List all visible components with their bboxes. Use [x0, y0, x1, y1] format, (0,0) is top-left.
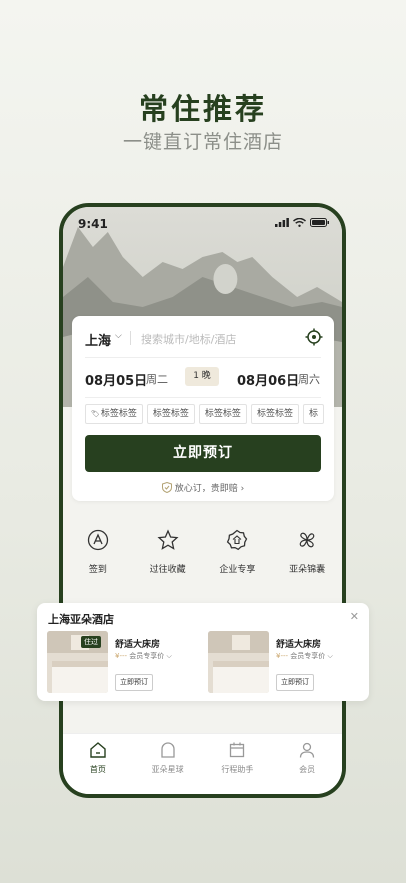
divider: [130, 331, 131, 345]
tab-itinerary[interactable]: 行程助手: [203, 734, 273, 794]
checkin-date[interactable]: 08月05日: [85, 370, 147, 389]
tag-chip[interactable]: 标签标签: [198, 404, 247, 424]
divider: [85, 397, 321, 398]
sign-in-icon: [87, 529, 109, 551]
status-time: 9:41: [78, 217, 108, 231]
status-icons: [275, 218, 330, 227]
shield-icon: [161, 481, 172, 494]
room-photo: [208, 631, 269, 693]
room-photo: 住过: [47, 631, 108, 693]
phone-frame: 9:41 上海 ⌵ 搜索城市/地标/酒店 08月05日 周二 1 晚 08月06…: [59, 203, 346, 798]
guarantee-label: 放心订，贵即赔: [174, 484, 238, 494]
user-icon: [299, 742, 315, 758]
room-price: ¥--- 会员专享价 ⌵: [276, 652, 333, 660]
quick-action-label: 过往收藏: [149, 565, 186, 575]
nights-badge: 1 晚: [185, 367, 219, 386]
room-name: 舒适大床房: [115, 640, 161, 650]
planet-icon: [160, 742, 175, 758]
chevron-down-icon: ⌵: [327, 652, 333, 660]
divider: [85, 357, 321, 358]
location-icon[interactable]: [305, 328, 323, 346]
stayed-badge: 住过: [81, 636, 101, 648]
tab-label: 行程助手: [221, 765, 254, 774]
book-now-button[interactable]: 立即预订: [85, 435, 321, 472]
room-price: ¥--- 会员专享价 ⌵: [115, 652, 172, 660]
search-card: 上海 ⌵ 搜索城市/地标/酒店 08月05日 周二 1 晚 08月06日 周六 …: [72, 316, 334, 501]
battery-icon: [310, 218, 329, 227]
checkin-weekday: 周二: [146, 373, 168, 386]
tag-icon: 🏷: [91, 410, 100, 418]
tab-member[interactable]: 会员: [272, 734, 342, 794]
hero-subtitle: 一键直订常住酒店: [122, 131, 283, 153]
tab-label: 亚朵星球: [151, 765, 184, 774]
bottom-tab-bar: 首页 亚朵星球 行程助手 会员: [63, 733, 342, 794]
quick-action-label: 企业专享: [219, 565, 256, 575]
enterprise-badge-icon: [227, 529, 248, 551]
calendar-icon: [230, 742, 245, 758]
quick-action-label: 签到: [88, 565, 107, 575]
quick-action-favorites[interactable]: 过往收藏: [133, 527, 203, 575]
quick-action-enterprise[interactable]: 企业专享: [203, 527, 273, 575]
tag-chip[interactable]: 标: [302, 404, 324, 424]
room-book-button[interactable]: 立即预订: [115, 674, 153, 691]
chevron-down-icon[interactable]: ⌵: [115, 331, 122, 341]
city-selector[interactable]: 上海: [85, 330, 111, 349]
tag-list: 🏷标签标签 标签标签 标签标签 标签标签标: [85, 404, 334, 424]
guarantee-link[interactable]: 放心订，贵即赔 ›: [72, 481, 334, 494]
close-icon[interactable]: ✕: [350, 610, 359, 623]
tab-label: 首页: [89, 765, 106, 774]
tag-chip[interactable]: 标签标签: [250, 404, 299, 424]
chevron-down-icon: ⌵: [166, 652, 172, 660]
clover-icon: [299, 532, 315, 548]
quick-action-sign-in[interactable]: 签到: [63, 527, 133, 575]
room-item[interactable]: 住过 舒适大床房 ¥--- 会员专享价 ⌵ 立即预订: [47, 631, 202, 693]
star-icon: [157, 529, 179, 550]
room-name: 舒适大床房: [276, 640, 322, 650]
tag-chip[interactable]: 标签标签: [146, 404, 195, 424]
quick-action-tips[interactable]: 亚朵锦囊: [272, 527, 342, 575]
checkout-date[interactable]: 08月06日: [237, 370, 299, 389]
room-book-button[interactable]: 立即预订: [276, 674, 314, 691]
checkout-weekday: 周六: [298, 373, 320, 386]
quick-actions: 签到 过往收藏 企业专享 亚朵锦囊: [63, 527, 342, 575]
room-item[interactable]: 舒适大床房 ¥--- 会员专享价 ⌵ 立即预订: [208, 631, 363, 693]
hotel-recommend-card: 上海亚朵酒店 ✕ 住过 舒适大床房 ¥--- 会员专享价 ⌵ 立即预订 舒适大床…: [37, 603, 369, 701]
wifi-icon: [293, 218, 306, 227]
signal-icon: [275, 218, 289, 227]
hero-title: 常住推荐: [138, 92, 267, 126]
quick-action-label: 亚朵锦囊: [289, 565, 326, 575]
tab-planet[interactable]: 亚朵星球: [133, 734, 203, 794]
search-input[interactable]: 搜索城市/地标/酒店: [141, 331, 236, 347]
tag-chip[interactable]: 🏷标签标签: [85, 404, 143, 424]
tab-home[interactable]: 首页: [63, 734, 133, 794]
tab-label: 会员: [299, 765, 316, 774]
home-icon: [90, 742, 106, 758]
hotel-name: 上海亚朵酒店: [48, 613, 114, 626]
chevron-right-icon: ›: [240, 484, 245, 494]
